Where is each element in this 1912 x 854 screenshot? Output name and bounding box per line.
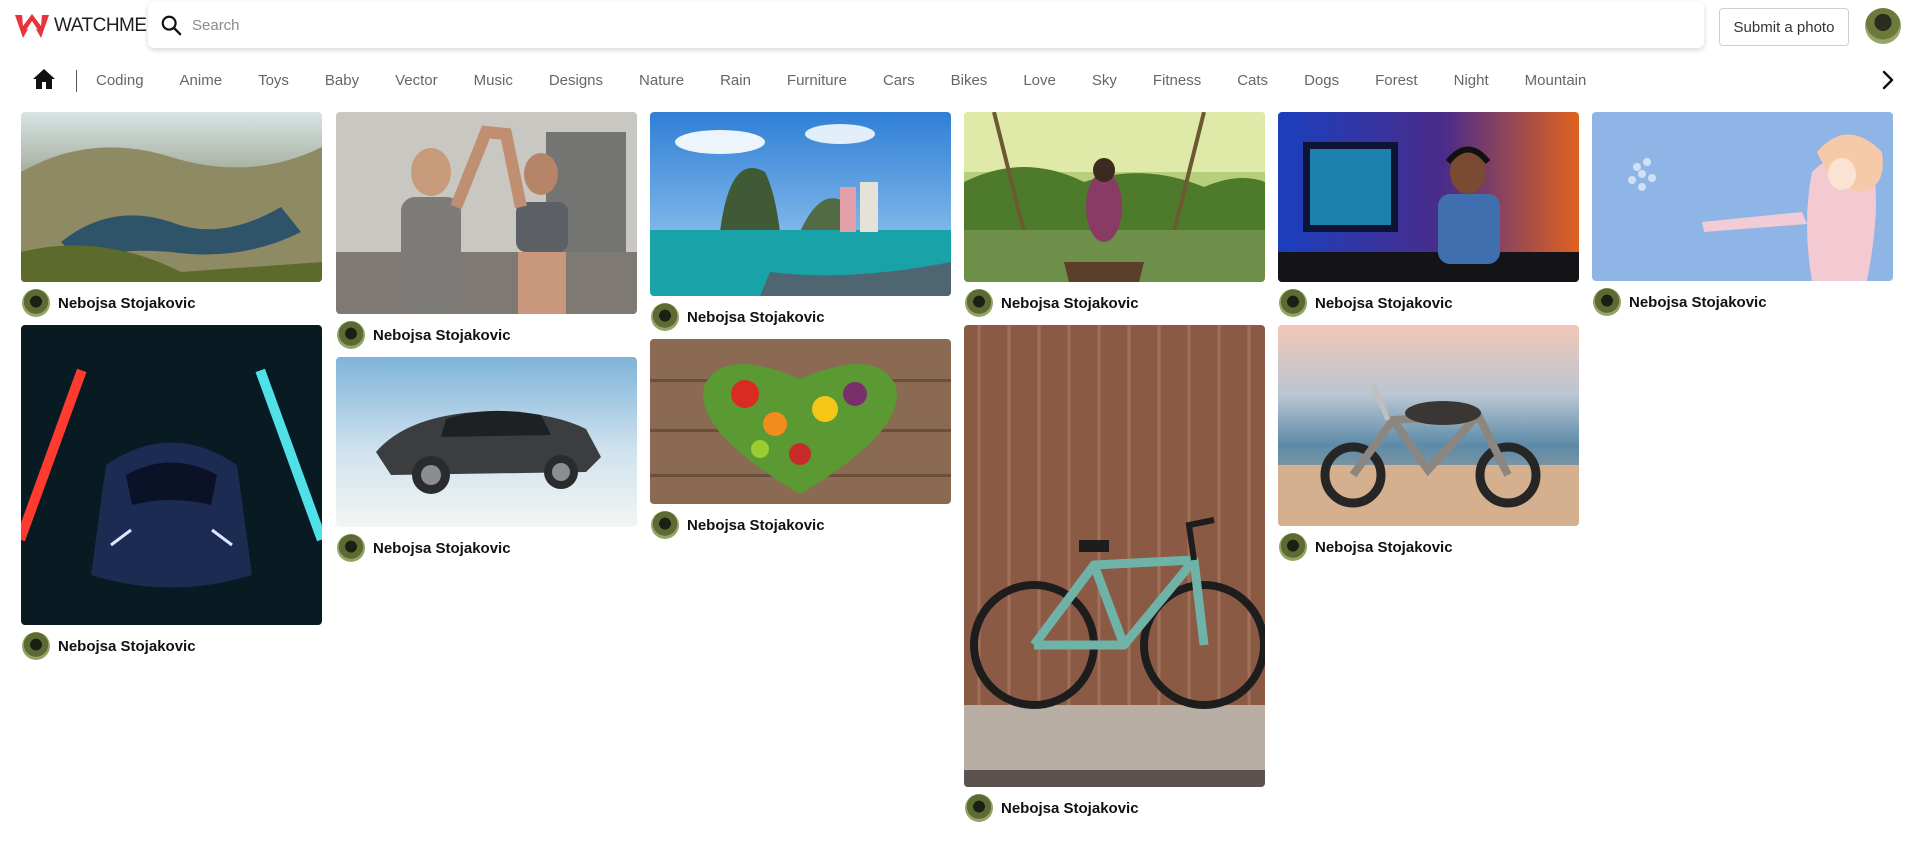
author-name[interactable]: Nebojsa Stojakovic	[373, 327, 511, 344]
author-avatar[interactable]	[337, 534, 365, 562]
author-name[interactable]: Nebojsa Stojakovic	[1315, 539, 1453, 556]
photo-author[interactable]: Nebojsa Stojakovic	[650, 302, 951, 332]
photo-author[interactable]: Nebojsa Stojakovic	[964, 288, 1265, 318]
photo-beach-motorcycle[interactable]	[1278, 325, 1579, 526]
author-name[interactable]: Nebojsa Stojakovic	[373, 540, 511, 557]
photo-card[interactable]: Nebojsa Stojakovic	[336, 357, 637, 563]
author-name[interactable]: Nebojsa Stojakovic	[58, 638, 196, 655]
author-name[interactable]: Nebojsa Stojakovic	[1315, 295, 1453, 312]
photo-card[interactable]: Nebojsa Stojakovic	[1278, 112, 1579, 318]
photo-card[interactable]: Nebojsa Stojakovic	[1592, 112, 1893, 317]
author-avatar[interactable]	[1593, 288, 1621, 316]
author-avatar[interactable]	[22, 632, 50, 660]
photo-gamer-desk[interactable]	[1278, 112, 1579, 282]
photo-electric-sedan[interactable]	[336, 357, 637, 527]
photo-author[interactable]: Nebojsa Stojakovic	[21, 288, 322, 318]
photo-card[interactable]: Nebojsa Stojakovic	[336, 112, 637, 350]
photo-author[interactable]: Nebojsa Stojakovic	[650, 510, 951, 540]
photo-jungle-river[interactable]	[964, 112, 1265, 282]
photo-card[interactable]: Nebojsa Stojakovic	[21, 325, 322, 661]
author-name[interactable]: Nebojsa Stojakovic	[1001, 295, 1139, 312]
photo-mountain-lake[interactable]	[21, 112, 322, 282]
author-name[interactable]: Nebojsa Stojakovic	[58, 295, 196, 312]
photo-author[interactable]: Nebojsa Stojakovic	[21, 631, 322, 661]
photo-author[interactable]: Nebojsa Stojakovic	[336, 320, 637, 350]
author-name[interactable]: Nebojsa Stojakovic	[1629, 294, 1767, 311]
author-avatar[interactable]	[965, 794, 993, 822]
photo-author[interactable]: Nebojsa Stojakovic	[1592, 287, 1893, 317]
photo-author[interactable]: Nebojsa Stojakovic	[336, 533, 637, 563]
author-avatar[interactable]	[651, 511, 679, 539]
photo-card[interactable]: Nebojsa Stojakovic	[650, 112, 951, 332]
photo-card[interactable]: Nebojsa Stojakovic	[1278, 325, 1579, 562]
author-avatar[interactable]	[1279, 289, 1307, 317]
author-avatar[interactable]	[1279, 533, 1307, 561]
author-avatar[interactable]	[965, 289, 993, 317]
author-avatar[interactable]	[651, 303, 679, 331]
photo-author[interactable]: Nebojsa Stojakovic	[1278, 288, 1579, 318]
photo-neon-car[interactable]	[21, 325, 322, 625]
author-avatar[interactable]	[337, 321, 365, 349]
photo-gravel-bicycle[interactable]	[964, 325, 1265, 787]
photo-gym-high-five[interactable]	[336, 112, 637, 314]
author-name[interactable]: Nebojsa Stojakovic	[687, 517, 825, 534]
photo-author[interactable]: Nebojsa Stojakovic	[964, 793, 1265, 823]
photo-tropical-bay[interactable]	[650, 112, 951, 296]
author-name[interactable]: Nebojsa Stojakovic	[687, 309, 825, 326]
photo-anime-girl[interactable]	[1592, 112, 1893, 281]
photo-card[interactable]: Nebojsa Stojakovic	[964, 112, 1265, 318]
author-name[interactable]: Nebojsa Stojakovic	[1001, 800, 1139, 817]
photo-gallery: Nebojsa Stojakovic Nebojsa Stojakovic Ne…	[0, 0, 1912, 854]
photo-card[interactable]: Nebojsa Stojakovic	[21, 112, 322, 318]
photo-card[interactable]: Nebojsa Stojakovic	[650, 339, 951, 540]
author-avatar[interactable]	[22, 289, 50, 317]
photo-author[interactable]: Nebojsa Stojakovic	[1278, 532, 1579, 562]
photo-card[interactable]: Nebojsa Stojakovic	[964, 325, 1265, 823]
photo-vegetable-heart[interactable]	[650, 339, 951, 504]
